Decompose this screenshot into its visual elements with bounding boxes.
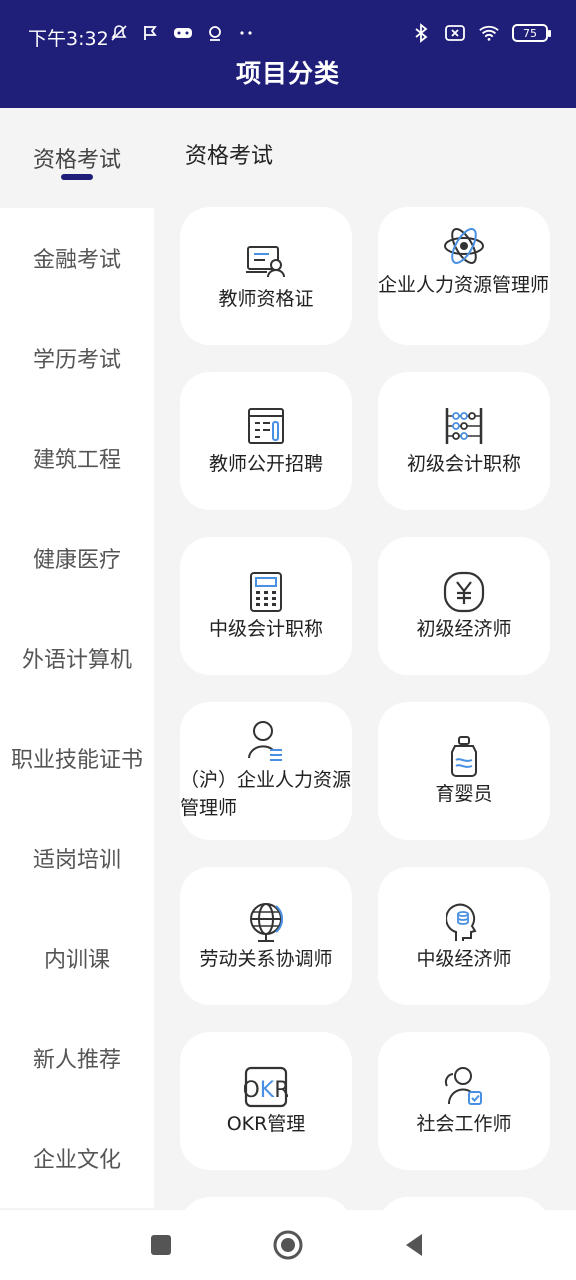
sidebar-item-internal-course[interactable]: 内训课 bbox=[0, 908, 154, 1008]
home-icon[interactable] bbox=[270, 1227, 306, 1263]
tag-icon bbox=[204, 22, 226, 44]
active-indicator bbox=[61, 174, 93, 180]
sidebar-item-job-training[interactable]: 适岗培训 bbox=[0, 808, 154, 908]
card-label: 育婴员 bbox=[435, 783, 493, 805]
card-intermediate-accountant[interactable]: 中级会计职称 bbox=[180, 537, 352, 675]
sidebar-item-label: 资格考试 bbox=[32, 148, 121, 173]
flag-icon bbox=[140, 22, 162, 44]
globe-icon bbox=[180, 901, 352, 943]
wifi-icon bbox=[478, 22, 500, 44]
svg-text:OKR: OKR bbox=[244, 1078, 288, 1103]
sidebar-item-label: 外语计算机 bbox=[21, 648, 132, 673]
sidebar-item-label: 金融考试 bbox=[32, 248, 121, 273]
baby-bottle-icon bbox=[378, 736, 550, 778]
atom-icon bbox=[378, 225, 550, 267]
system-nav-bar bbox=[0, 1210, 576, 1280]
sidebar-item-label: 学历考试 bbox=[32, 348, 121, 373]
card-nursery-worker[interactable]: 育婴员 bbox=[378, 702, 550, 840]
calculator-icon bbox=[180, 571, 352, 613]
category-content: 资格考试 教师资格证 企业人力资源管理师 教师公开招聘 初级会计职称 中级会计职… bbox=[154, 108, 576, 1210]
mute-icon bbox=[108, 22, 130, 44]
card-okr-management[interactable]: OKR OKR管理 bbox=[180, 1032, 352, 1170]
abacus-icon bbox=[378, 406, 550, 448]
card-teacher-certificate[interactable]: 教师资格证 bbox=[180, 207, 352, 345]
head-coin-icon bbox=[378, 901, 550, 943]
sidebar-item-label: 职业技能证书 bbox=[10, 748, 143, 773]
teacher-certificate-icon bbox=[180, 241, 352, 283]
card-junior-accountant[interactable]: 初级会计职称 bbox=[378, 372, 550, 510]
card-hr-manager[interactable]: 企业人力资源管理师 bbox=[378, 207, 550, 345]
card-label: OKR管理 bbox=[226, 1113, 306, 1135]
app-header: 下午3:32 75 项目分类 bbox=[0, 0, 576, 108]
card-label: 教师公开招聘 bbox=[208, 453, 323, 475]
status-icons-right: 75 bbox=[410, 22, 551, 44]
sidebar-item-culture[interactable]: 企业文化 bbox=[0, 1108, 154, 1208]
page-title: 项目分类 bbox=[235, 59, 340, 88]
sidebar-item-language-computer[interactable]: 外语计算机 bbox=[0, 608, 154, 708]
card-label: 教师资格证 bbox=[218, 288, 314, 310]
battery-indicator: 75 bbox=[512, 24, 551, 42]
sidebar-item-qualification[interactable]: 资格考试 bbox=[0, 108, 154, 208]
recruitment-form-icon bbox=[180, 406, 352, 448]
card-label: 初级会计职称 bbox=[406, 453, 521, 475]
card-intermediate-economist[interactable]: 中级经济师 bbox=[378, 867, 550, 1005]
sidebar-item-newcomer[interactable]: 新人推荐 bbox=[0, 1008, 154, 1108]
card-label: （沪）企业人力资源管理师 bbox=[180, 769, 352, 819]
status-icons-left bbox=[108, 22, 258, 44]
yuan-coin-icon bbox=[378, 571, 550, 613]
card-label: 企业人力资源管理师 bbox=[378, 274, 550, 296]
sidebar-item-label: 健康医疗 bbox=[32, 548, 121, 573]
sidebar-item-finance[interactable]: 金融考试 bbox=[0, 208, 154, 308]
sidebar-item-label: 适岗培训 bbox=[32, 848, 121, 873]
bluetooth-icon bbox=[410, 22, 432, 44]
game-icon bbox=[172, 22, 194, 44]
card-label: 初级经济师 bbox=[416, 618, 512, 640]
card-label: 中级经济师 bbox=[416, 948, 512, 970]
recent-apps-icon[interactable] bbox=[143, 1227, 179, 1263]
sidebar-item-label: 新人推荐 bbox=[32, 1048, 121, 1073]
sidebar-item-label: 企业文化 bbox=[32, 1148, 121, 1173]
card-label: 中级会计职称 bbox=[208, 618, 323, 640]
more-dots-icon bbox=[236, 22, 258, 44]
sidebar-item-vocational[interactable]: 职业技能证书 bbox=[0, 708, 154, 808]
status-bar: 下午3:32 75 bbox=[0, 20, 576, 52]
card-shanghai-hr-manager[interactable]: （沪）企业人力资源管理师 bbox=[180, 702, 352, 840]
card-partial[interactable] bbox=[378, 1197, 550, 1210]
social-worker-icon bbox=[378, 1066, 550, 1108]
sidebar-item-label: 内训课 bbox=[43, 948, 110, 973]
category-sidebar: 资格考试 金融考试 学历考试 建筑工程 健康医疗 外语计算机 职业技能证书 适岗… bbox=[0, 108, 154, 1210]
card-partial[interactable] bbox=[180, 1197, 352, 1210]
sidebar-item-construction[interactable]: 建筑工程 bbox=[0, 408, 154, 508]
card-teacher-recruitment[interactable]: 教师公开招聘 bbox=[180, 372, 352, 510]
card-social-worker[interactable]: 社会工作师 bbox=[378, 1032, 550, 1170]
okr-icon: OKR bbox=[180, 1066, 352, 1108]
section-title: 资格考试 bbox=[185, 144, 274, 169]
status-time: 下午3:32 bbox=[28, 28, 109, 50]
sim-off-icon bbox=[444, 22, 466, 44]
card-label: 社会工作师 bbox=[416, 1113, 512, 1135]
card-labor-relations[interactable]: 劳动关系协调师 bbox=[180, 867, 352, 1005]
person-list-icon bbox=[180, 720, 352, 762]
sidebar-item-health[interactable]: 健康医疗 bbox=[0, 508, 154, 608]
card-junior-economist[interactable]: 初级经济师 bbox=[378, 537, 550, 675]
sidebar-item-education[interactable]: 学历考试 bbox=[0, 308, 154, 408]
sidebar-item-label: 建筑工程 bbox=[32, 448, 121, 473]
card-label: 劳动关系协调师 bbox=[199, 948, 333, 970]
back-icon[interactable] bbox=[396, 1227, 432, 1263]
